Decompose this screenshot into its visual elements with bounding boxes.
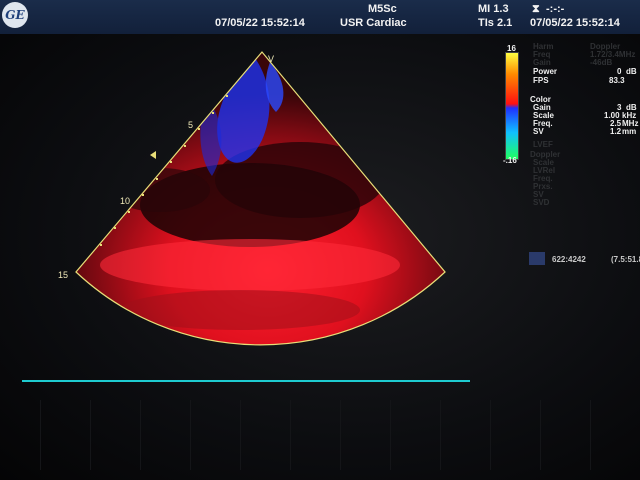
focus-marker-icon[interactable]: [150, 151, 156, 159]
param-dim-value: -46dB: [590, 58, 613, 67]
fps-value: 83.3: [609, 76, 625, 85]
power-value: 0: [617, 67, 622, 76]
ecg-baseline: [22, 380, 470, 382]
depth-label-15: 15: [58, 270, 68, 280]
color-sv-label: SV: [533, 127, 544, 136]
measurement-color-swatch: [529, 252, 545, 265]
colorbar-min: -.16: [503, 156, 517, 165]
depth-label-5: 5: [188, 120, 193, 130]
colorbar-max: 16: [507, 44, 516, 53]
color-sv-unit: mm: [622, 127, 637, 136]
color-scale-bar: [505, 52, 519, 160]
param-dim-row: SVD: [533, 198, 550, 207]
color-sv-value: 1.2: [610, 127, 622, 136]
orientation-marker: V: [268, 54, 274, 64]
param-dim-row: LVEF: [533, 140, 553, 149]
param-dim-label: Gain: [533, 58, 551, 67]
fps-label: FPS: [533, 76, 549, 85]
measurement-value-2: (7.5:51.8: [611, 255, 640, 264]
power-unit: dB: [626, 67, 637, 76]
measurement-value: 622:4242: [552, 255, 586, 264]
power-label: Power: [533, 67, 558, 76]
depth-label-10: 10: [120, 196, 130, 206]
